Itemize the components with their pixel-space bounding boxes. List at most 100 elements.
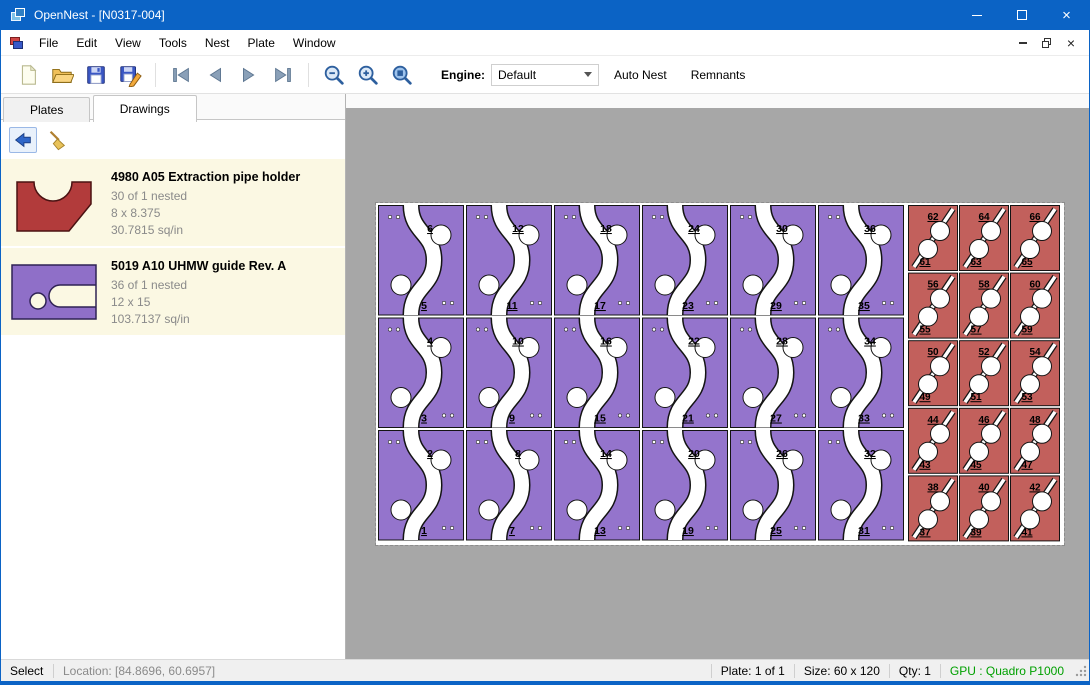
nested-part-pair-purple[interactable]: 1817 bbox=[555, 205, 640, 315]
nested-part-pair-purple[interactable]: 65 bbox=[379, 205, 464, 315]
svg-text:23: 23 bbox=[682, 300, 694, 312]
statusbar-mode: Select bbox=[1, 664, 53, 678]
menu-view[interactable]: View bbox=[106, 31, 150, 55]
menu-edit[interactable]: Edit bbox=[67, 31, 106, 55]
engine-value: Default bbox=[498, 68, 584, 82]
nested-part-pair-red[interactable]: 6463 bbox=[960, 206, 1009, 271]
svg-text:4: 4 bbox=[427, 336, 433, 348]
menu-file[interactable]: File bbox=[30, 31, 67, 55]
nest-canvas[interactable]: 6512111817242330293635431091615222128273… bbox=[346, 94, 1089, 659]
nested-part-pair-red[interactable]: 6059 bbox=[1011, 273, 1060, 338]
nested-part-pair-purple[interactable]: 2221 bbox=[643, 318, 728, 428]
nested-part-pair-purple[interactable]: 87 bbox=[467, 430, 552, 540]
drawing-item-2[interactable]: 5019 A10 UHMW guide Rev. A 36 of 1 neste… bbox=[1, 248, 345, 335]
nested-part-pair-purple[interactable]: 3433 bbox=[819, 318, 904, 428]
nested-part-pair-red[interactable]: 6261 bbox=[909, 206, 958, 271]
resize-grip[interactable] bbox=[1073, 663, 1089, 679]
svg-text:38: 38 bbox=[927, 482, 939, 493]
plate[interactable]: 6512111817242330293635431091615222128273… bbox=[376, 203, 1064, 545]
nested-part-pair-red[interactable]: 5049 bbox=[909, 341, 958, 406]
svg-text:66: 66 bbox=[1029, 212, 1041, 223]
nested-part-pair-purple[interactable]: 3635 bbox=[819, 205, 904, 315]
nested-part-pair-red[interactable]: 3837 bbox=[909, 476, 958, 541]
drawing-list: 4980 A05 Extraction pipe holder 30 of 1 … bbox=[1, 159, 345, 335]
save-as-button[interactable] bbox=[113, 59, 147, 91]
zoom-fit-icon bbox=[390, 63, 414, 87]
nested-part-pair-purple[interactable]: 109 bbox=[467, 318, 552, 428]
drawing-thumbnail-red bbox=[7, 166, 101, 239]
last-plate-button[interactable] bbox=[266, 59, 300, 91]
send-back-button[interactable] bbox=[9, 127, 37, 153]
svg-text:29: 29 bbox=[770, 300, 782, 312]
drawing-item-1[interactable]: 4980 A05 Extraction pipe holder 30 of 1 … bbox=[1, 159, 345, 246]
save-button[interactable] bbox=[79, 59, 113, 91]
svg-text:46: 46 bbox=[978, 415, 990, 426]
sidebar-tabstrip: Plates Drawings bbox=[1, 94, 345, 120]
menu-plate[interactable]: Plate bbox=[239, 31, 284, 55]
clear-button[interactable] bbox=[43, 127, 71, 153]
remnants-button[interactable]: Remnants bbox=[682, 62, 755, 88]
nested-part-pair-purple[interactable]: 1211 bbox=[467, 205, 552, 315]
minimize-button[interactable] bbox=[954, 0, 999, 30]
svg-text:22: 22 bbox=[688, 336, 700, 348]
mdi-close-button[interactable]: × bbox=[1059, 33, 1083, 53]
broom-icon bbox=[46, 129, 68, 151]
svg-text:27: 27 bbox=[770, 413, 782, 425]
first-plate-button[interactable] bbox=[164, 59, 198, 91]
nested-part-pair-red[interactable]: 4443 bbox=[909, 408, 958, 473]
menu-window[interactable]: Window bbox=[284, 31, 345, 55]
zoom-in-icon bbox=[356, 63, 380, 87]
nested-part-pair-purple[interactable]: 2625 bbox=[731, 430, 816, 540]
svg-text:50: 50 bbox=[927, 347, 939, 358]
drawing-thumbnail-purple bbox=[7, 255, 101, 328]
zoom-fit-button[interactable] bbox=[385, 59, 419, 91]
zoom-out-button[interactable] bbox=[317, 59, 351, 91]
mdi-restore-icon bbox=[1042, 38, 1052, 48]
nested-part-pair-red[interactable]: 66 65 bbox=[1011, 206, 1060, 271]
svg-text:55: 55 bbox=[919, 325, 931, 336]
document-icon bbox=[8, 36, 24, 50]
svg-text:25: 25 bbox=[770, 525, 782, 537]
nested-part-pair-red[interactable]: 4241 bbox=[1011, 476, 1060, 541]
menu-tools[interactable]: Tools bbox=[150, 31, 196, 55]
nested-part-pair-purple[interactable]: 2827 bbox=[731, 318, 816, 428]
nested-part-pair-purple[interactable]: 3231 bbox=[819, 430, 904, 540]
nested-part-pair-red[interactable]: 5857 bbox=[960, 273, 1009, 338]
mdi-restore-button[interactable] bbox=[1035, 33, 1059, 53]
svg-text:47: 47 bbox=[1021, 460, 1033, 471]
nested-part-pair-purple[interactable]: 1413 bbox=[555, 430, 640, 540]
tab-drawings[interactable]: Drawings bbox=[93, 95, 197, 122]
nested-part-pair-purple[interactable]: 21 bbox=[379, 430, 464, 540]
auto-nest-button[interactable]: Auto Nest bbox=[605, 62, 676, 88]
tab-plates[interactable]: Plates bbox=[3, 97, 90, 122]
svg-text:43: 43 bbox=[919, 460, 931, 471]
close-button[interactable]: × bbox=[1044, 0, 1089, 30]
mdi-minimize-button[interactable] bbox=[1011, 33, 1035, 53]
open-button[interactable] bbox=[45, 59, 79, 91]
nested-part-pair-red[interactable]: 4645 bbox=[960, 408, 1009, 473]
nested-part-pair-red[interactable]: 5453 bbox=[1011, 341, 1060, 406]
zoom-out-icon bbox=[322, 63, 346, 87]
nested-part-pair-red[interactable]: 4847 bbox=[1011, 408, 1060, 473]
new-file-icon bbox=[16, 63, 40, 87]
plate-svg: 6512111817242330293635431091615222128273… bbox=[376, 203, 1064, 545]
svg-text:65: 65 bbox=[1021, 257, 1033, 268]
next-plate-button[interactable] bbox=[232, 59, 266, 91]
maximize-button[interactable] bbox=[999, 0, 1044, 30]
nested-part-pair-purple[interactable]: 2019 bbox=[643, 430, 728, 540]
zoom-in-button[interactable] bbox=[351, 59, 385, 91]
svg-text:6: 6 bbox=[427, 223, 433, 235]
nested-part-pair-purple[interactable]: 43 bbox=[379, 318, 464, 428]
nested-part-pair-red[interactable]: 5655 bbox=[909, 273, 958, 338]
statusbar-location: Location: [84.8696, 60.6957] bbox=[54, 664, 224, 678]
nested-part-pair-purple[interactable]: 2423 bbox=[643, 205, 728, 315]
nested-part-pair-purple[interactable]: 1615 bbox=[555, 318, 640, 428]
new-button[interactable] bbox=[11, 59, 45, 91]
nested-part-pair-purple[interactable]: 3029 bbox=[731, 205, 816, 315]
previous-plate-button[interactable] bbox=[198, 59, 232, 91]
menu-nest[interactable]: Nest bbox=[196, 31, 239, 55]
svg-text:52: 52 bbox=[978, 347, 990, 358]
nested-part-pair-red[interactable]: 4039 bbox=[960, 476, 1009, 541]
nested-part-pair-red[interactable]: 5251 bbox=[960, 341, 1009, 406]
engine-select[interactable]: Default bbox=[491, 64, 599, 86]
